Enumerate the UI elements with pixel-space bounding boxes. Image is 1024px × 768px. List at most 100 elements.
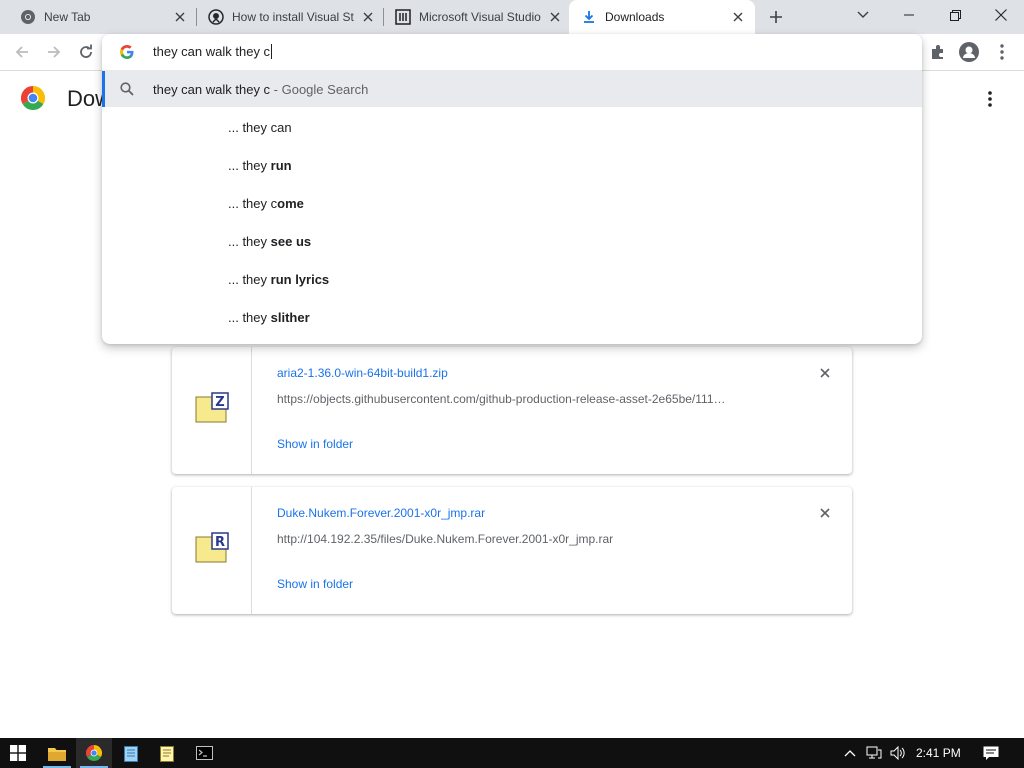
restore-icon [949,9,961,21]
chrome-icon [86,745,102,761]
tab-github[interactable]: How to install Visual St [196,0,382,34]
more-vert-icon [1000,44,1004,60]
omnibox[interactable]: they can walk they c [102,34,922,70]
rar-file-icon: R [195,532,229,563]
restore-button[interactable] [932,0,978,30]
svg-text:Z: Z [215,395,224,410]
chrome-menu-button[interactable] [992,42,1012,62]
suggestion-text: ... they can [228,120,292,135]
taskbar-notes[interactable] [149,738,185,768]
network-button[interactable] [866,745,882,761]
close-icon [820,508,830,518]
download-item: Z aria2-1.36.0-win-64bit-build1.zip http… [172,347,852,474]
omnibox-suggestion[interactable]: ... they run lyrics [102,260,922,298]
download-file-name[interactable]: Duke.Nukem.Forever.2001-x0r_jmp.rar [277,506,485,520]
tab-new-tab[interactable]: New Tab [8,0,194,34]
windows-icon [10,745,26,761]
extensions-button[interactable] [928,42,948,62]
omnibox-suggestion[interactable]: ... they slither [102,298,922,336]
library-icon [395,9,411,25]
close-icon[interactable] [360,9,376,25]
chevron-up-icon [844,750,856,757]
omnibox-dropdown: they can walk they c they can walk they … [102,34,922,344]
zip-file-icon: Z [195,392,229,423]
taskbar-command-prompt[interactable] [186,738,222,768]
notepad-icon [124,745,138,762]
chrome-logo-icon [21,86,45,110]
show-hidden-icons-button[interactable] [842,745,858,761]
omnibox-suggestion-search[interactable]: they can walk they c - Google Search [102,71,922,107]
minimize-button[interactable] [886,0,932,30]
new-tab-button[interactable] [766,7,786,27]
terminal-icon [195,746,213,760]
notes-icon [160,745,174,762]
folder-icon [48,747,66,761]
download-url[interactable]: http://104.192.2.35/files/Duke.Nukem.For… [277,532,777,546]
tab-search-button[interactable] [840,0,886,30]
reload-icon [80,44,92,58]
suggestion-text: ... they run [228,158,292,173]
arrow-left-icon [15,46,28,58]
google-icon [120,45,134,59]
profile-button[interactable] [959,42,979,62]
notification-icon [983,746,999,760]
omnibox-suggestion[interactable]: ... they can [102,108,922,146]
omnibox-suggestion[interactable]: ... they run [102,146,922,184]
download-url[interactable]: https://objects.githubusercontent.com/gi… [277,392,777,406]
close-icon[interactable] [172,9,188,25]
downloads-menu-button[interactable] [980,89,1000,109]
start-button[interactable] [0,738,36,768]
download-file-name[interactable]: aria2-1.36.0-win-64bit-build1.zip [277,366,448,380]
tab-title: Downloads [605,10,665,24]
text-caret [271,44,273,59]
omnibox-input[interactable]: they can walk they c [153,44,273,59]
taskbar-file-explorer[interactable] [39,738,75,768]
close-icon [820,368,830,378]
tab-visual-studio[interactable]: Microsoft Visual Studio [383,0,569,34]
arrow-right-icon [48,46,61,58]
chevron-down-icon [857,11,869,18]
taskbar-chrome[interactable] [76,738,112,768]
puzzle-icon [932,45,943,59]
back-button[interactable] [12,42,32,62]
network-icon [866,746,882,759]
taskbar: 2:41 PM [0,738,1024,768]
reload-button[interactable] [76,42,96,62]
remove-download-button[interactable] [817,365,833,381]
suggestion-text: they can walk they c - Google Search [153,82,369,97]
omnibox-suggestion[interactable]: ... they come [102,184,922,222]
more-vert-icon [988,91,992,107]
download-icon [584,11,594,23]
tab-strip: New Tab How to install Visual St Microso… [0,0,1024,34]
close-window-button[interactable] [978,0,1024,30]
suggestion-text: ... they slither [228,310,310,325]
show-in-folder-link[interactable]: Show in folder [277,437,353,451]
action-center-button[interactable] [983,745,999,761]
suggestion-text: ... they come [228,196,304,211]
tab-title: New Tab [44,10,91,24]
github-icon [208,9,224,25]
tab-title: Microsoft Visual Studio [419,10,541,24]
omnibox-suggestion[interactable]: ... they see us [102,222,922,260]
close-icon[interactable] [547,9,563,25]
search-icon [120,82,134,96]
suggestion-text: ... they run lyrics [228,272,330,287]
chrome-icon [21,10,35,24]
close-icon[interactable] [730,9,746,25]
tab-downloads[interactable]: Downloads [569,0,755,34]
taskbar-notepad[interactable] [113,738,149,768]
volume-button[interactable] [890,745,906,761]
plus-icon [770,11,782,23]
suggestion-text: ... they see us [228,234,312,249]
remove-download-button[interactable] [817,505,833,521]
minimize-icon [904,14,914,16]
volume-icon [890,746,905,760]
taskbar-clock[interactable]: 2:41 PM [916,746,961,760]
forward-button[interactable] [44,42,64,62]
tab-title: How to install Visual St [232,10,354,24]
close-icon [995,9,1007,21]
download-item: R Duke.Nukem.Forever.2001-x0r_jmp.rar ht… [172,487,852,614]
svg-text:R: R [215,535,225,550]
show-in-folder-link[interactable]: Show in folder [277,577,353,591]
avatar-icon [959,42,979,62]
